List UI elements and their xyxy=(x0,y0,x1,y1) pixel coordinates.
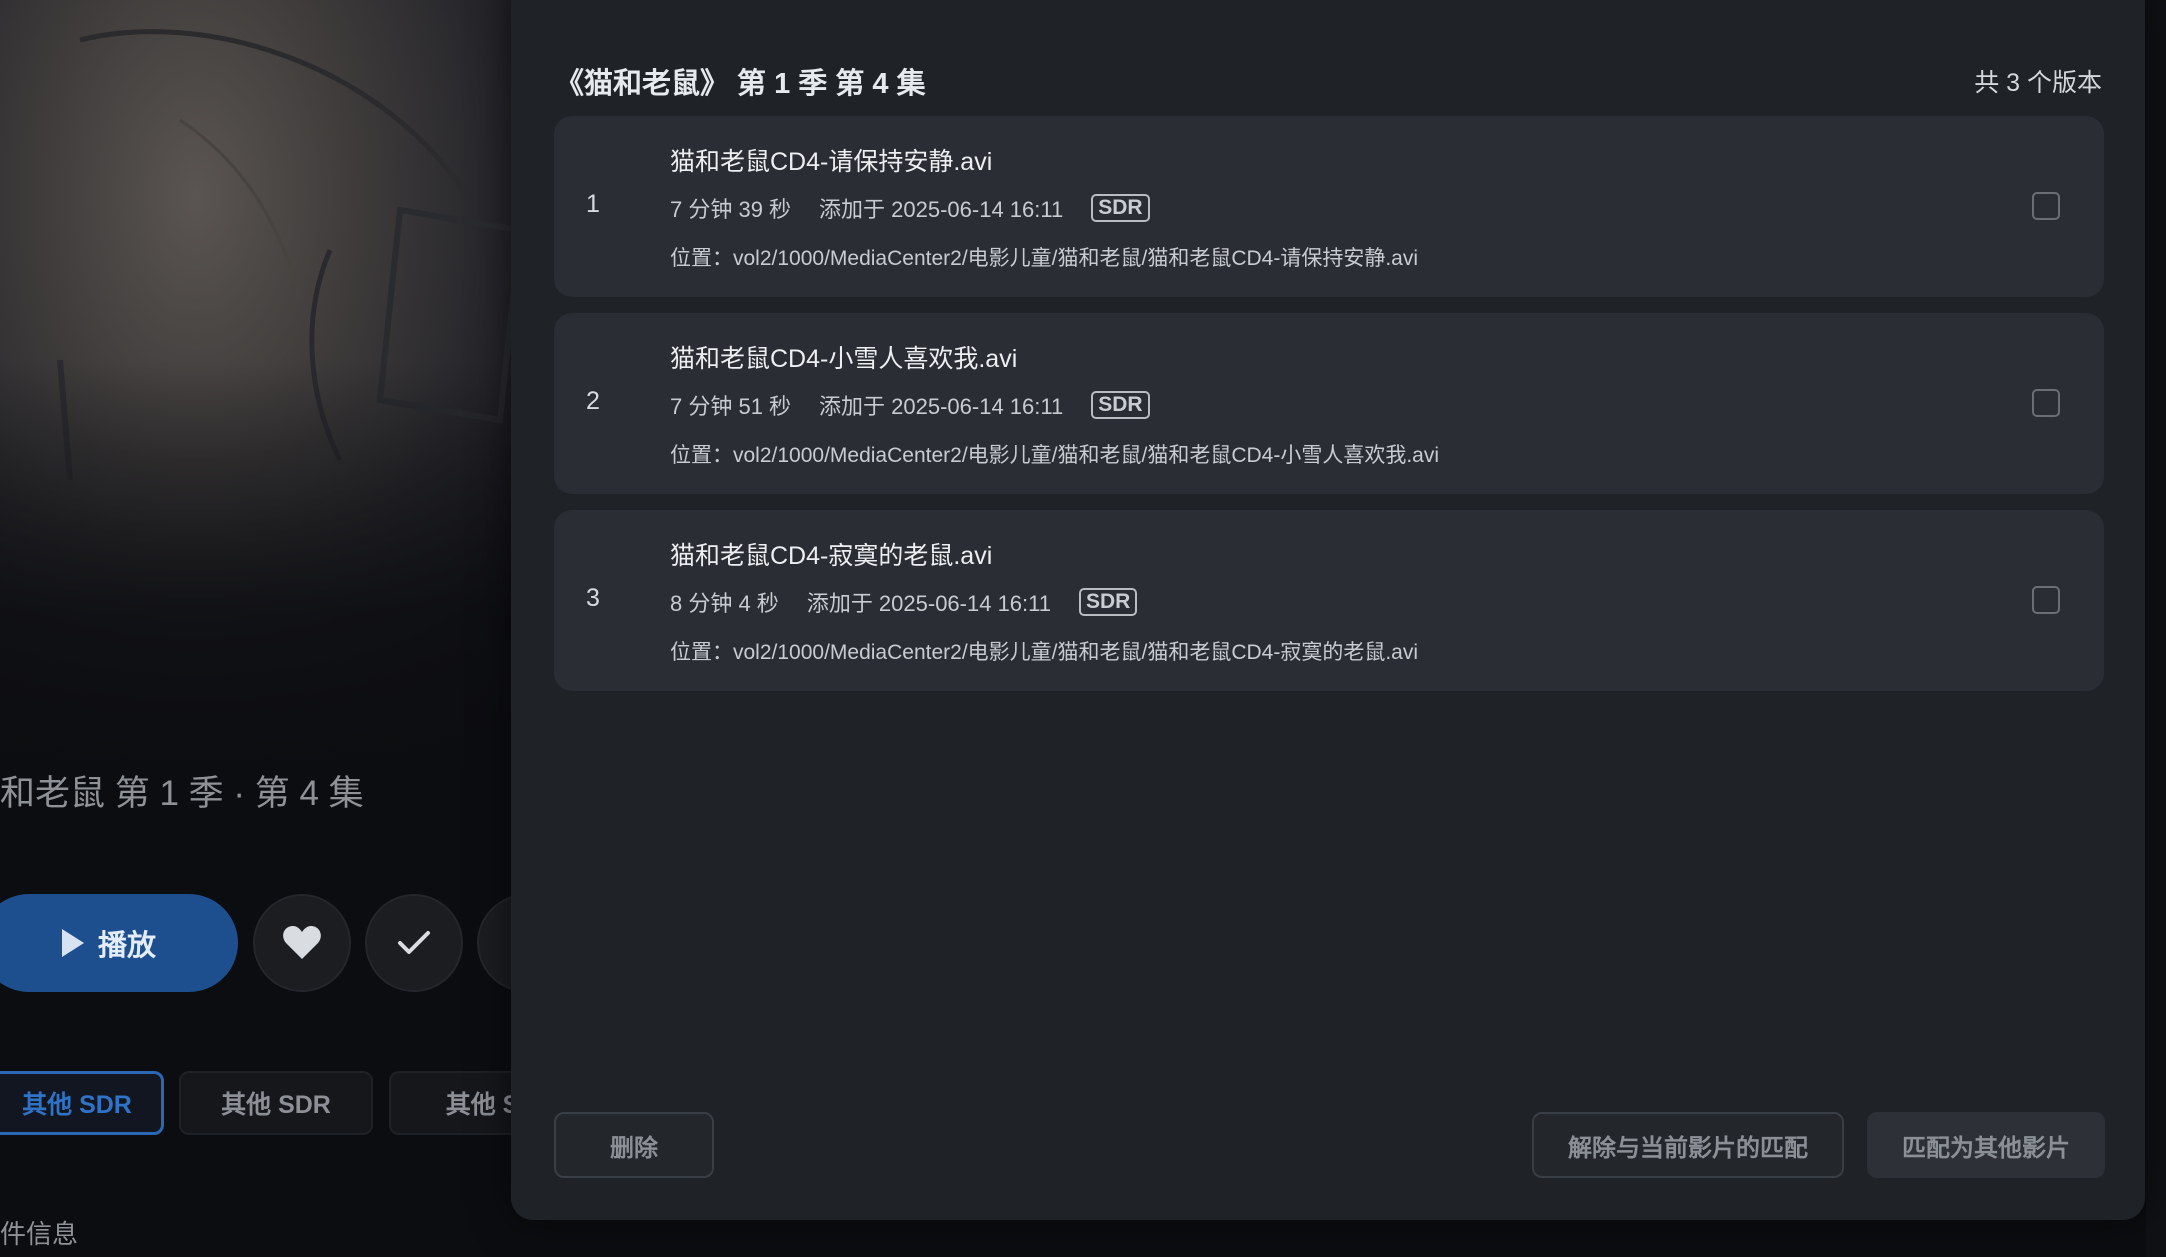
sdr-badge: SDR xyxy=(1091,194,1150,222)
play-icon xyxy=(61,929,84,957)
version-filename: 猫和老鼠CD4-请保持安静.avi xyxy=(670,148,993,176)
version-checkbox[interactable] xyxy=(2032,586,2060,614)
dialog-title: 《猫和老鼠》 第 1 季 第 4 集 xyxy=(555,68,926,100)
version-duration: 8 分钟 4 秒 xyxy=(670,591,779,616)
poster-backdrop xyxy=(0,0,560,780)
rematch-button[interactable]: 匹配为其他影片 xyxy=(1867,1112,2105,1178)
version-tab-1[interactable]: 其他 SDR xyxy=(0,1071,164,1135)
version-filename: 猫和老鼠CD4-寂寞的老鼠.avi xyxy=(670,542,993,570)
version-path: 位置：vol2/1000/MediaCenter2/电影儿童/猫和老鼠/猫和老鼠… xyxy=(670,247,1419,270)
file-info-label: 件信息 xyxy=(0,1219,79,1249)
play-button[interactable]: 播放 xyxy=(0,894,238,992)
version-index: 1 xyxy=(586,190,600,218)
version-list: 1 猫和老鼠CD4-请保持安静.avi 7 分钟 39 秒 添加于 2025-0… xyxy=(554,116,2104,707)
version-duration: 7 分钟 51 秒 xyxy=(670,394,792,419)
heart-icon xyxy=(283,926,321,959)
version-meta: 7 分钟 51 秒 添加于 2025-06-14 16:11 SDR xyxy=(670,389,1150,421)
check-icon xyxy=(398,931,430,954)
favorite-button[interactable] xyxy=(253,894,351,992)
version-path: 位置：vol2/1000/MediaCenter2/电影儿童/猫和老鼠/猫和老鼠… xyxy=(670,444,1440,467)
version-added-date: 添加于 2025-06-14 16:11 xyxy=(806,591,1051,616)
version-meta: 7 分钟 39 秒 添加于 2025-06-14 16:11 SDR xyxy=(670,192,1150,224)
version-item-2[interactable]: 2 猫和老鼠CD4-小雪人喜欢我.avi 7 分钟 51 秒 添加于 2025-… xyxy=(554,313,2104,494)
version-path: 位置：vol2/1000/MediaCenter2/电影儿童/猫和老鼠/猫和老鼠… xyxy=(670,641,1419,664)
sdr-badge: SDR xyxy=(1079,588,1138,616)
sdr-badge: SDR xyxy=(1091,391,1150,419)
version-count: 共 3 个版本 xyxy=(1974,69,2102,97)
version-added-date: 添加于 2025-06-14 16:11 xyxy=(819,394,1064,419)
version-checkbox[interactable] xyxy=(2032,192,2060,220)
version-index: 3 xyxy=(586,584,600,612)
version-item-1[interactable]: 1 猫和老鼠CD4-请保持安静.avi 7 分钟 39 秒 添加于 2025-0… xyxy=(554,116,2104,297)
episode-title: 和老鼠 第 1 季 · 第 4 集 xyxy=(0,774,364,813)
delete-button[interactable]: 删除 xyxy=(554,1112,714,1178)
page-edge xyxy=(2146,0,2166,1257)
version-meta: 8 分钟 4 秒 添加于 2025-06-14 16:11 SDR xyxy=(670,586,1138,618)
version-tab-2[interactable]: 其他 SDR xyxy=(179,1071,373,1135)
version-duration: 7 分钟 39 秒 xyxy=(670,197,792,222)
unmatch-button[interactable]: 解除与当前影片的匹配 xyxy=(1532,1112,1844,1178)
play-label: 播放 xyxy=(97,930,156,962)
version-filename: 猫和老鼠CD4-小雪人喜欢我.avi xyxy=(670,345,1018,373)
version-checkbox[interactable] xyxy=(2032,389,2060,417)
versions-dialog: 《猫和老鼠》 第 1 季 第 4 集 共 3 个版本 1 猫和老鼠CD4-请保持… xyxy=(511,0,2145,1220)
version-index: 2 xyxy=(586,387,600,415)
version-added-date: 添加于 2025-06-14 16:11 xyxy=(819,197,1064,222)
mark-watched-button[interactable] xyxy=(365,894,463,992)
version-item-3[interactable]: 3 猫和老鼠CD4-寂寞的老鼠.avi 8 分钟 4 秒 添加于 2025-06… xyxy=(554,510,2104,691)
